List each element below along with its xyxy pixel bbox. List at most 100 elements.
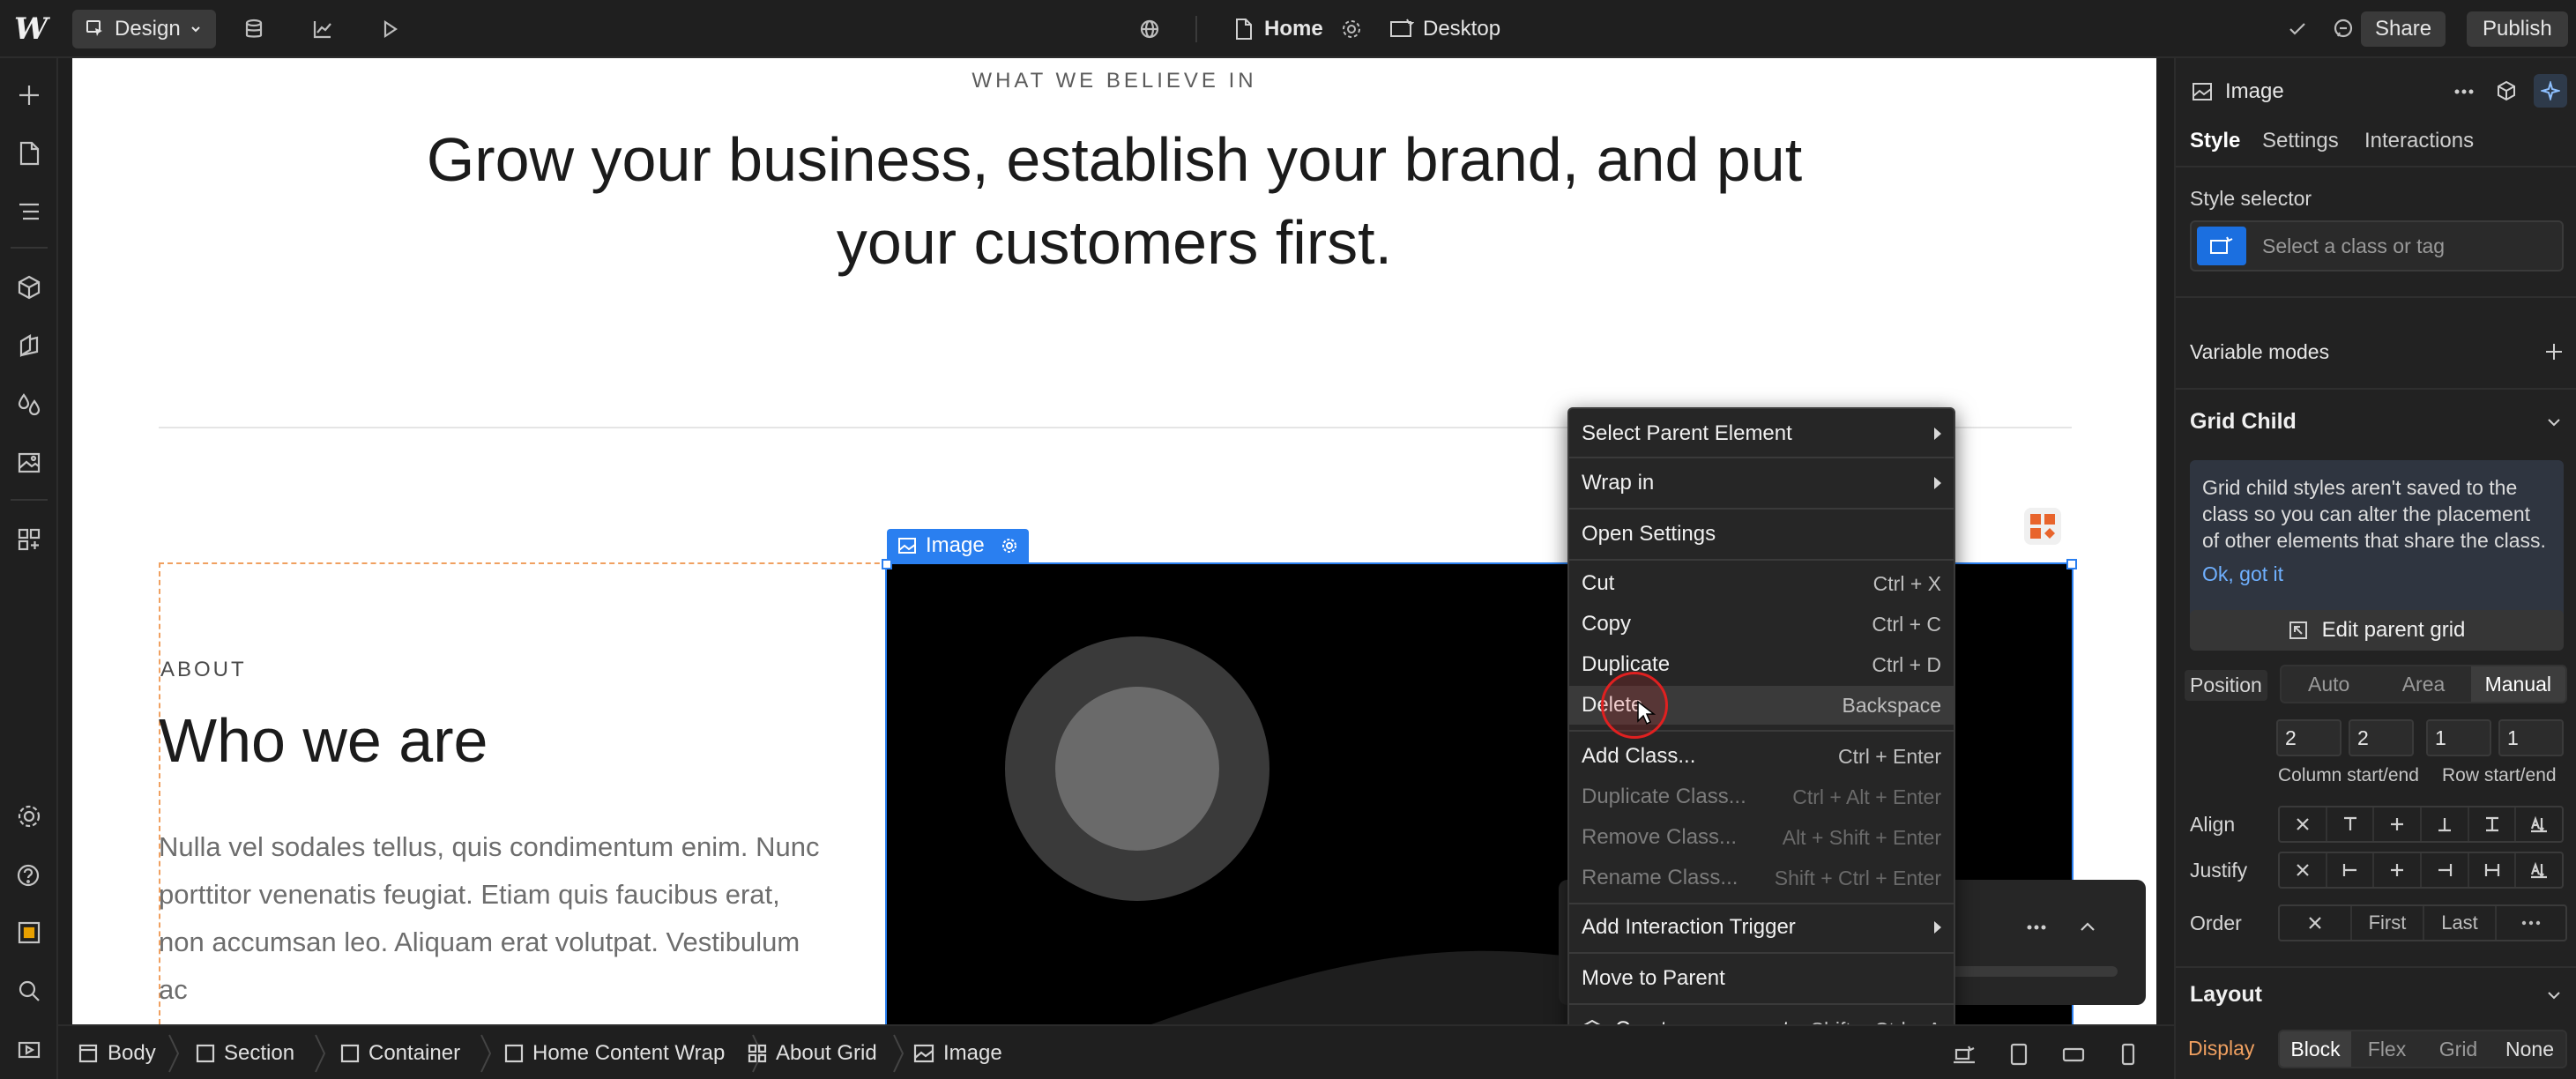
section-headline[interactable]: Grow your business, establish your brand… (302, 118, 1927, 284)
justify-end-icon[interactable] (2422, 853, 2469, 887)
align-start-icon[interactable] (2327, 807, 2375, 841)
selected-element-tag[interactable]: Image (887, 529, 1029, 562)
navigator-icon[interactable] (11, 194, 47, 229)
order-label: Order (2190, 912, 2242, 934)
mobile-landscape-icon[interactable] (2056, 1037, 2091, 1072)
checkmark-icon[interactable] (2278, 0, 2317, 58)
webflow-logo[interactable]: W (14, 0, 48, 58)
tab-settings[interactable]: Settings (2262, 129, 2339, 153)
resize-handle-top-right[interactable] (2066, 559, 2077, 569)
display-none-option[interactable]: None (2494, 1031, 2565, 1067)
about-title[interactable]: Who we are (159, 705, 488, 776)
design-mode-dropdown[interactable]: Design (72, 10, 216, 48)
justify-none-x-icon[interactable] (2280, 853, 2327, 887)
assets-image-icon[interactable] (11, 444, 47, 480)
order-last-option[interactable]: Last (2424, 906, 2497, 940)
display-grid-option[interactable]: Grid (2423, 1031, 2494, 1067)
justify-start-icon[interactable] (2327, 853, 2375, 887)
pages-icon[interactable] (11, 136, 47, 171)
display-flex-option[interactable]: Flex (2351, 1031, 2423, 1067)
align-stretch-icon[interactable] (2469, 807, 2517, 841)
edit-parent-grid-button[interactable]: Edit parent grid (2190, 610, 2564, 651)
chevron-down-icon[interactable] (2546, 416, 2562, 428)
column-end-input[interactable]: 2 (2349, 719, 2414, 756)
video-tutorials-icon[interactable] (11, 1031, 47, 1067)
tab-style[interactable]: Style (2190, 129, 2240, 153)
comment-icon[interactable] (2324, 0, 2363, 58)
element-settings-gear-icon[interactable] (1001, 537, 1018, 554)
audit-square-icon[interactable] (11, 915, 47, 950)
page-selector[interactable]: Home (1234, 0, 1362, 58)
section-eyebrow[interactable]: WHAT WE BELIEVE IN (72, 69, 2156, 93)
position-area-option[interactable]: Area (2376, 666, 2470, 702)
top-toolbar: W Design Home Desktop Share Publish (0, 0, 2576, 58)
breakpoint-selector[interactable]: Desktop (1389, 0, 1500, 58)
breadcrumb-container[interactable]: Container (340, 1026, 460, 1079)
publish-button[interactable]: Publish (2467, 11, 2568, 47)
selector-view-icon[interactable] (1947, 1037, 1982, 1072)
more-options-icon[interactable] (2454, 88, 2474, 95)
chevron-down-icon[interactable] (2546, 989, 2562, 1001)
tablet-breakpoint-icon[interactable] (2001, 1037, 2036, 1072)
help-icon[interactable] (11, 857, 47, 892)
preview-play-icon[interactable] (370, 0, 409, 58)
ai-sparkle-button[interactable] (2534, 74, 2567, 108)
row-start-input[interactable]: 1 (2426, 719, 2491, 756)
globe-icon[interactable] (1130, 0, 1169, 58)
styles-icon[interactable] (11, 328, 47, 363)
mobile-portrait-icon[interactable] (2111, 1037, 2146, 1072)
column-start-input[interactable]: 2 (2276, 719, 2341, 756)
chevron-up-icon[interactable] (2079, 920, 2096, 933)
menu-item-move-to-parent[interactable]: Move to Parent (1569, 959, 1954, 998)
about-label[interactable]: ABOUT (160, 658, 247, 682)
dismiss-info-link[interactable]: Ok, got it (2202, 561, 2551, 587)
breadcrumb-body[interactable]: Body (78, 1026, 156, 1079)
menu-item-open-settings[interactable]: Open Settings (1569, 515, 1954, 554)
menu-item-cut[interactable]: Cut Ctrl + X (1569, 564, 1954, 603)
display-block-option[interactable]: Block (2280, 1031, 2351, 1067)
element-tag-chip[interactable] (2197, 227, 2246, 265)
search-zoom-icon[interactable] (11, 973, 47, 1008)
order-more-icon[interactable] (2497, 906, 2565, 940)
variables-drops-icon[interactable] (11, 386, 47, 421)
settings-gear-icon[interactable] (11, 799, 47, 834)
order-first-option[interactable]: First (2352, 906, 2424, 940)
ai-assistant-badge-icon[interactable] (2024, 508, 2061, 545)
menu-item-select-parent[interactable]: Select Parent Element (1569, 414, 1954, 453)
justify-center-icon[interactable] (2374, 853, 2423, 887)
row-end-input[interactable]: 1 (2498, 719, 2564, 756)
style-selector-input[interactable]: Select a class or tag (2190, 220, 2564, 272)
breadcrumb-section[interactable]: Section (196, 1026, 294, 1079)
align-center-icon[interactable] (2374, 807, 2423, 841)
menu-item-wrap-in[interactable]: Wrap in (1569, 464, 1954, 502)
gear-icon[interactable] (1341, 19, 1362, 40)
align-none-x-icon[interactable] (2280, 807, 2327, 841)
add-elements-plus-icon[interactable] (11, 78, 47, 113)
menu-item-add-interaction-trigger[interactable]: Add Interaction Trigger (1569, 908, 1954, 947)
apps-grid-icon[interactable] (11, 522, 47, 557)
cms-database-icon[interactable] (235, 0, 273, 58)
position-manual-option[interactable]: Manual (2470, 666, 2565, 702)
tab-interactions[interactable]: Interactions (2364, 129, 2474, 153)
justify-baseline-icon[interactable] (2516, 853, 2562, 887)
menu-item-add-class[interactable]: Add Class... Ctrl + Enter (1569, 737, 1954, 776)
align-baseline-icon[interactable] (2516, 807, 2562, 841)
menu-item-copy[interactable]: Copy Ctrl + C (1569, 605, 1954, 644)
position-auto-option[interactable]: Auto (2282, 666, 2376, 702)
justify-stretch-icon[interactable] (2469, 853, 2517, 887)
layout-section-title[interactable]: Layout (2190, 982, 2262, 1008)
order-none-x-icon[interactable] (2280, 906, 2352, 940)
resize-handle-top-left[interactable] (882, 559, 892, 569)
breadcrumb-home-content-wrap[interactable]: Home Content Wrap (504, 1026, 725, 1079)
add-plus-icon[interactable] (2544, 342, 2564, 361)
analytics-chart-icon[interactable] (303, 0, 342, 58)
component-cube-icon[interactable] (2495, 79, 2518, 102)
breadcrumb-about-grid[interactable]: About Grid (748, 1026, 877, 1079)
components-cube-icon[interactable] (11, 270, 47, 305)
breadcrumb-image[interactable]: Image (913, 1026, 1002, 1079)
align-end-icon[interactable] (2422, 807, 2469, 841)
grid-child-section-title[interactable]: Grid Child (2190, 409, 2297, 435)
share-button[interactable]: Share (2361, 11, 2446, 47)
about-body[interactable]: Nulla vel sodales tellus, quis condiment… (159, 823, 829, 1014)
more-options-icon[interactable] (2026, 924, 2047, 931)
